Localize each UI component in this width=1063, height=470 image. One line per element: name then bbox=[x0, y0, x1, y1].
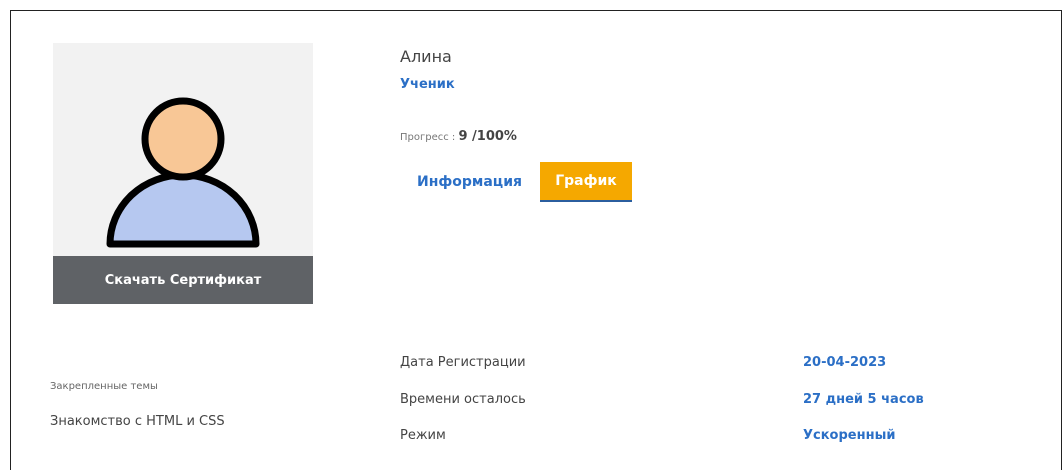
progress-indicator: Прогресс : 9 /100% bbox=[400, 129, 517, 144]
download-certificate-button[interactable]: Скачать Сертификат bbox=[53, 256, 313, 304]
detail-value-time-remaining: 27 дней 5 часов bbox=[803, 392, 924, 407]
user-name: Алина bbox=[400, 47, 452, 66]
user-avatar-icon bbox=[106, 97, 260, 248]
detail-value-mode: Ускоренный bbox=[803, 428, 896, 443]
progress-label: Прогресс : bbox=[400, 132, 459, 143]
tab-schedule[interactable]: График bbox=[540, 162, 632, 202]
user-role: Ученик bbox=[400, 77, 455, 92]
avatar bbox=[53, 43, 313, 256]
detail-label-mode: Режим bbox=[400, 428, 446, 443]
progress-value: 9 /100% bbox=[458, 129, 517, 144]
tab-information[interactable]: Информация bbox=[405, 162, 534, 202]
detail-label-time-remaining: Времени осталось bbox=[400, 392, 526, 407]
detail-value-registration-date: 20-04-2023 bbox=[803, 355, 887, 370]
pinned-topics-label: Закрепленные темы bbox=[50, 381, 158, 392]
pinned-topic-item[interactable]: Знакомство с HTML и CSS bbox=[50, 414, 225, 429]
detail-label-registration-date: Дата Регистрации bbox=[400, 355, 526, 370]
